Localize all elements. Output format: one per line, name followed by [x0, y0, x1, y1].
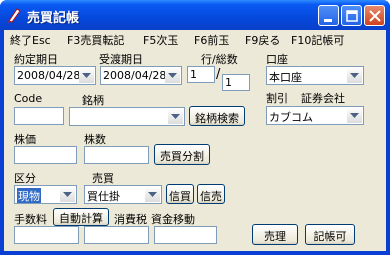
- securities-company-combo[interactable]: カブコム: [266, 106, 364, 125]
- contract-date-dropdown[interactable]: [79, 68, 94, 83]
- trade-dropdown[interactable]: [145, 187, 160, 202]
- row-number-field[interactable]: 1: [187, 66, 215, 83]
- auto-calc-button[interactable]: 自動計算: [53, 208, 109, 226]
- securities-company-value: カブコム: [269, 111, 313, 124]
- chevron-down-icon: [350, 73, 359, 78]
- close-button[interactable]: [364, 5, 385, 26]
- delivery-date-label: 受渡期日: [99, 53, 143, 66]
- price-label: 株価: [14, 133, 36, 146]
- title-bar[interactable]: 売買記帳: [0, 0, 390, 30]
- code-label: Code: [14, 92, 43, 105]
- delivery-date-dropdown[interactable]: [165, 68, 180, 83]
- consumption-tax-label: 消費税: [114, 213, 147, 226]
- brand-combo[interactable]: [69, 107, 185, 126]
- brand-label: 銘柄: [82, 94, 104, 107]
- menu-exit[interactable]: 終了Esc: [10, 32, 51, 48]
- chevron-down-icon: [63, 192, 72, 197]
- close-icon: [369, 10, 381, 22]
- account-dropdown[interactable]: [347, 68, 362, 83]
- margin-buy-button[interactable]: 信買: [166, 184, 194, 204]
- sell-button[interactable]: 売理: [252, 224, 298, 245]
- category-combo[interactable]: 現物: [14, 185, 77, 204]
- maximize-button[interactable]: [341, 5, 362, 26]
- menu-f10-record[interactable]: F10記帳可: [291, 32, 344, 48]
- price-field[interactable]: [14, 146, 77, 164]
- account-combo[interactable]: 本口座: [266, 66, 364, 85]
- trade-combo[interactable]: 買仕掛: [84, 185, 162, 204]
- app-window: 売買記帳 終了Esc F3売買転記 F5次玉 F6前玉 F9戻る F10記帳可 …: [0, 0, 390, 255]
- trade-label: 売買: [92, 172, 114, 185]
- menu-f3-transfer[interactable]: F3売買転記: [67, 32, 124, 48]
- account-value: 本口座: [269, 71, 302, 84]
- contract-date-label: 約定期日: [14, 53, 58, 66]
- client-area: 終了Esc F3売買転記 F5次玉 F6前玉 F9戻る F10記帳可 約定期日 …: [4, 30, 386, 251]
- code-field[interactable]: [14, 107, 64, 125]
- securities-company-label: 証券会社: [301, 92, 345, 105]
- brand-search-button[interactable]: 銘柄検索: [189, 106, 245, 126]
- chevron-down-icon: [82, 73, 91, 78]
- chevron-down-icon: [168, 73, 177, 78]
- delivery-date-combo[interactable]: 2008/04/28: [100, 66, 182, 85]
- split-trade-button[interactable]: 売買分割: [154, 144, 210, 165]
- app-icon: [8, 8, 21, 23]
- fee-field[interactable]: [14, 226, 79, 244]
- shares-label: 株数: [84, 133, 106, 146]
- shares-field[interactable]: [84, 146, 149, 164]
- brand-dropdown[interactable]: [168, 109, 183, 124]
- category-label: 区分: [14, 172, 36, 185]
- menu-f9-back[interactable]: F9戻る: [245, 32, 280, 48]
- discount-label[interactable]: 割引: [266, 90, 288, 106]
- fee-label: 手数料: [14, 213, 47, 226]
- fund-transfer-label: 資金移動: [151, 213, 195, 226]
- window-title: 売買記帳: [27, 11, 80, 26]
- trade-value: 買仕掛: [87, 190, 120, 203]
- menu-f5-next[interactable]: F5次玉: [143, 32, 178, 48]
- contract-date-combo[interactable]: 2008/04/28: [14, 66, 96, 85]
- margin-sell-button[interactable]: 信売: [197, 184, 225, 204]
- menu-bar: 終了Esc F3売買転記 F5次玉 F6前玉 F9戻る F10記帳可: [4, 30, 386, 48]
- minimize-icon: [324, 19, 332, 22]
- minimize-button[interactable]: [318, 5, 339, 26]
- delivery-date-value: 2008/04/28: [103, 69, 167, 82]
- category-dropdown[interactable]: [60, 187, 75, 202]
- maximize-icon: [346, 10, 358, 22]
- securities-company-dropdown[interactable]: [347, 108, 362, 123]
- category-value: 現物: [17, 188, 41, 203]
- slash-separator: /: [216, 67, 221, 82]
- consumption-tax-field[interactable]: [84, 226, 149, 244]
- record-button[interactable]: 記帳可: [305, 224, 355, 245]
- contract-date-value: 2008/04/28: [17, 69, 81, 82]
- chevron-down-icon: [171, 114, 180, 119]
- account-label: 口座: [266, 53, 288, 66]
- total-count-field[interactable]: 1: [222, 74, 250, 91]
- menu-f6-prev[interactable]: F6前玉: [194, 32, 229, 48]
- row-total-label: 行/総数: [201, 53, 238, 66]
- chevron-down-icon: [350, 113, 359, 118]
- fund-transfer-field[interactable]: [154, 226, 217, 244]
- chevron-down-icon: [148, 192, 157, 197]
